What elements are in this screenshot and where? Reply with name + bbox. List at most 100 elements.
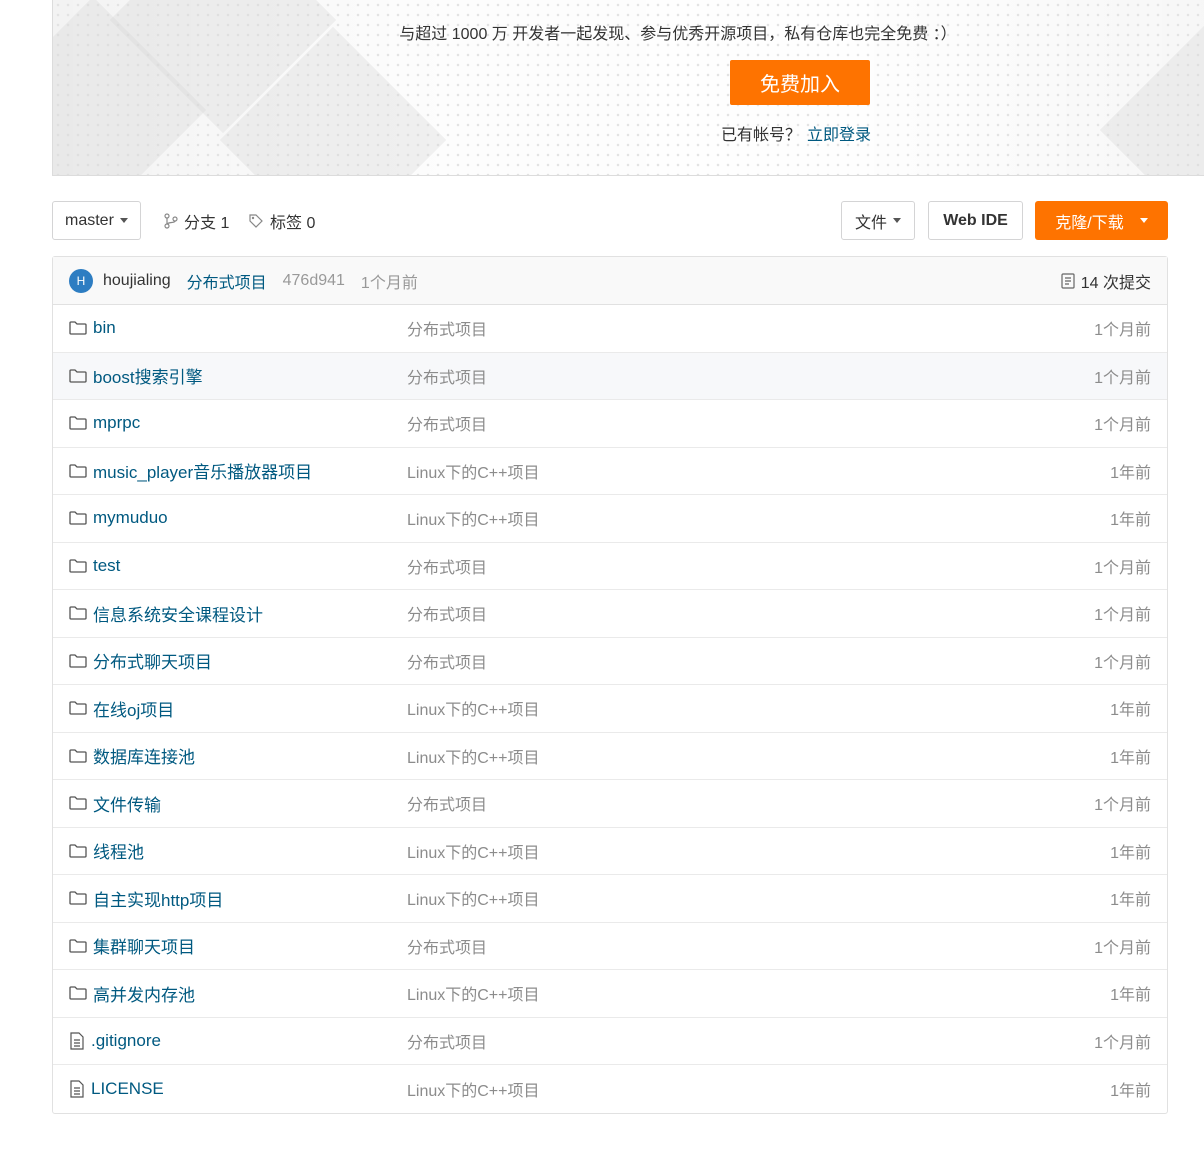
file-name[interactable]: LICENSE xyxy=(91,1079,164,1099)
file-row[interactable]: 高并发内存池 Linux下的C++项目 1年前 xyxy=(53,970,1167,1018)
file-name[interactable]: mymuduo xyxy=(93,508,168,528)
file-row[interactable]: mprpc 分布式项目 1个月前 xyxy=(53,400,1167,448)
clone-download-button[interactable]: 克隆/下载 xyxy=(1035,201,1168,240)
file-name-cell[interactable]: 文件传输 xyxy=(69,791,161,816)
file-commit-message[interactable]: 分布式项目 xyxy=(407,601,487,625)
file-row[interactable]: .gitignore 分布式项目 1个月前 xyxy=(53,1018,1167,1065)
file-commit-message[interactable]: Linux下的C++项目 xyxy=(407,459,540,483)
folder-icon xyxy=(69,939,87,953)
file-name[interactable]: mprpc xyxy=(93,413,140,433)
tags-link[interactable]: 标签 0 xyxy=(248,201,315,240)
folder-icon xyxy=(69,654,87,668)
folder-icon xyxy=(69,606,87,620)
file-row[interactable]: 自主实现http项目 Linux下的C++项目 1年前 xyxy=(53,875,1167,923)
file-commit-message[interactable]: Linux下的C++项目 xyxy=(407,506,540,530)
file-row[interactable]: 线程池 Linux下的C++项目 1年前 xyxy=(53,828,1167,875)
file-menu-button[interactable]: 文件 xyxy=(841,201,915,240)
file-name-cell[interactable]: LICENSE xyxy=(69,1079,164,1099)
file-commit-message[interactable]: Linux下的C++项目 xyxy=(407,839,540,863)
file-commit-time: 1年前 xyxy=(1110,702,1151,720)
file-name[interactable]: boost搜索引擎 xyxy=(93,363,203,388)
folder-icon xyxy=(69,464,87,478)
folder-icon xyxy=(69,321,87,335)
file-row[interactable]: 集群聊天项目 分布式项目 1个月前 xyxy=(53,923,1167,970)
file-row[interactable]: 在线oj项目 Linux下的C++项目 1年前 xyxy=(53,685,1167,733)
file-name-cell[interactable]: mprpc xyxy=(69,413,140,433)
have-account-text: 已有帐号？ xyxy=(721,127,802,144)
file-commit-message[interactable]: 分布式项目 xyxy=(407,649,487,673)
file-row[interactable]: boost搜索引擎 分布式项目 1个月前 xyxy=(53,352,1167,400)
file-row[interactable]: music_player音乐播放器项目 Linux下的C++项目 1年前 xyxy=(53,448,1167,495)
file-name-cell[interactable]: 信息系统安全课程设计 xyxy=(69,601,263,626)
file-name[interactable]: .gitignore xyxy=(91,1031,161,1051)
file-row[interactable]: 分布式聊天项目 分布式项目 1个月前 xyxy=(53,638,1167,685)
file-row[interactable]: bin 分布式项目 1个月前 xyxy=(53,305,1167,353)
commit-count-link[interactable]: 14 次提交 xyxy=(1061,257,1151,305)
file-commit-message[interactable]: 分布式项目 xyxy=(407,316,487,340)
file-commit-time: 1个月前 xyxy=(1094,607,1151,625)
branches-link[interactable]: 分支 1 xyxy=(164,201,229,240)
file-commit-message[interactable]: Linux下的C++项目 xyxy=(407,1077,540,1101)
file-name-cell[interactable]: boost搜索引擎 xyxy=(69,363,203,388)
file-commit-time: 1个月前 xyxy=(1094,654,1151,672)
file-row[interactable]: mymuduo Linux下的C++项目 1年前 xyxy=(53,495,1167,543)
file-row[interactable]: test 分布式项目 1个月前 xyxy=(53,543,1167,590)
file-name[interactable]: test xyxy=(93,556,120,576)
file-name-cell[interactable]: .gitignore xyxy=(69,1031,161,1051)
file-name[interactable]: 高并发内存池 xyxy=(93,981,195,1006)
file-commit-message[interactable]: Linux下的C++项目 xyxy=(407,981,540,1005)
commit-author[interactable]: houjialing xyxy=(103,272,171,290)
file-commit-time: 1个月前 xyxy=(1094,322,1151,340)
file-name[interactable]: 线程池 xyxy=(93,838,144,863)
file-name[interactable]: bin xyxy=(93,318,116,338)
file-name-cell[interactable]: 在线oj项目 xyxy=(69,696,174,721)
commit-message[interactable]: 分布式项目 xyxy=(187,269,267,293)
file-commit-message[interactable]: Linux下的C++项目 xyxy=(407,744,540,768)
file-commit-message[interactable]: 分布式项目 xyxy=(407,364,487,388)
file-name-cell[interactable]: 集群聊天项目 xyxy=(69,933,195,958)
branch-select[interactable]: master xyxy=(52,201,141,240)
file-name-cell[interactable]: test xyxy=(69,556,120,576)
file-name-cell[interactable]: 数据库连接池 xyxy=(69,743,195,768)
file-commit-message[interactable]: 分布式项目 xyxy=(407,791,487,815)
file-name[interactable]: music_player音乐播放器项目 xyxy=(93,458,312,483)
file-commit-message[interactable]: 分布式项目 xyxy=(407,1029,487,1053)
banner-tagline: 与超过 1000 万 开发者一起发现、参与优秀开源项目，私有仓库也完全免费 ：） xyxy=(399,26,957,43)
file-row[interactable]: 文件传输 分布式项目 1个月前 xyxy=(53,780,1167,828)
file-commit-message[interactable]: Linux下的C++项目 xyxy=(407,886,540,910)
file-name-cell[interactable]: 线程池 xyxy=(69,838,144,863)
repo-toolbar: master 分支 1 标签 0 文件 Web IDE 克隆/下载 xyxy=(52,201,1168,240)
file-name[interactable]: 自主实现http项目 xyxy=(93,886,223,911)
branches-label: 分支 1 xyxy=(184,214,230,232)
file-row[interactable]: LICENSE Linux下的C++项目 1年前 xyxy=(53,1065,1167,1113)
web-ide-button[interactable]: Web IDE xyxy=(928,201,1023,240)
file-name-cell[interactable]: 高并发内存池 xyxy=(69,981,195,1006)
latest-commit-bar: H houjialing 分布式项目 476d941 1个月前 14 次提交 xyxy=(53,257,1167,305)
file-name[interactable]: 集群聊天项目 xyxy=(93,933,195,958)
tag-icon xyxy=(249,213,263,228)
file-row[interactable]: 数据库连接池 Linux下的C++项目 1年前 xyxy=(53,733,1167,780)
file-name[interactable]: 分布式聊天项目 xyxy=(93,648,212,673)
file-commit-message[interactable]: 分布式项目 xyxy=(407,554,487,578)
file-name[interactable]: 在线oj项目 xyxy=(93,696,174,721)
file-name-cell[interactable]: mymuduo xyxy=(69,508,168,528)
file-name-cell[interactable]: 自主实现http项目 xyxy=(69,886,223,911)
file-name[interactable]: 信息系统安全课程设计 xyxy=(93,601,263,626)
commit-sha[interactable]: 476d941 xyxy=(283,272,345,290)
join-free-button[interactable]: 免费加入 xyxy=(730,60,870,105)
folder-icon xyxy=(69,416,87,430)
file-commit-time: 1个月前 xyxy=(1094,417,1151,435)
file-name[interactable]: 数据库连接池 xyxy=(93,743,195,768)
file-commit-message[interactable]: Linux下的C++项目 xyxy=(407,696,540,720)
folder-icon xyxy=(69,891,87,905)
file-row[interactable]: 信息系统安全课程设计 分布式项目 1个月前 xyxy=(53,590,1167,638)
file-name-cell[interactable]: 分布式聊天项目 xyxy=(69,648,212,673)
file-name-cell[interactable]: bin xyxy=(69,318,116,338)
file-name[interactable]: 文件传输 xyxy=(93,791,161,816)
login-link[interactable]: 立即登录 xyxy=(807,127,871,144)
file-name-cell[interactable]: music_player音乐播放器项目 xyxy=(69,458,312,483)
file-commit-message[interactable]: 分布式项目 xyxy=(407,934,487,958)
file-commit-message[interactable]: 分布式项目 xyxy=(407,411,487,435)
avatar[interactable]: H xyxy=(69,268,93,293)
file-commit-time: 1个月前 xyxy=(1094,939,1151,957)
